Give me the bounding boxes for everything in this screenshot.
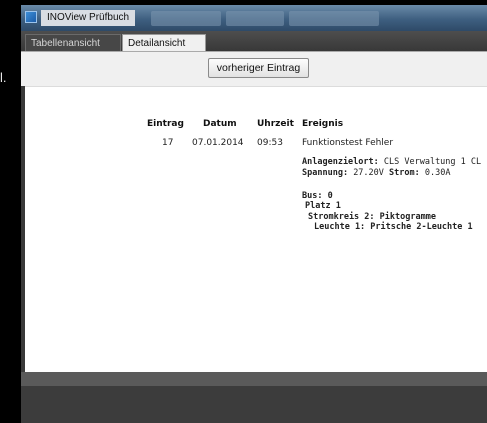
detail-anlagenzielort: Anlagenzielort: CLS Verwaltung 1 CL [302, 157, 481, 167]
detail-spannung-strom: Spannung: 27.20V Strom: 0.30A [302, 168, 450, 178]
title-bar: INOView Prüfbuch [21, 5, 487, 31]
cell-datum: 07.01.2014 [192, 138, 244, 148]
tab-bar: Tabellenansicht Detailansicht [21, 31, 487, 52]
toolbar: vorheriger Eintrag [21, 52, 487, 86]
spannung-label: Spannung: [302, 168, 349, 178]
column-header-eintrag: Eintrag [147, 119, 184, 129]
anlagenzielort-value: CLS Verwaltung 1 CL [383, 157, 482, 167]
strom-label: Strom: [389, 168, 420, 178]
app-icon [25, 11, 37, 23]
blurred-taskbar-item [226, 11, 284, 26]
column-header-ereignis: Ereignis [302, 119, 344, 129]
detail-leuchte: Leuchte 1: Pritsche 2-Leuchte 1 [314, 222, 473, 232]
detail-stromkreis: Stromkreis 2: Piktogramme [308, 212, 436, 222]
detail-panel: Eintrag Datum Uhrzeit Ereignis 17 07.01.… [25, 86, 487, 373]
background-text-fragment: l. [0, 70, 7, 85]
detail-platz: Platz 1 [305, 201, 341, 211]
column-header-uhrzeit: Uhrzeit [257, 119, 294, 129]
column-header-datum: Datum [203, 119, 237, 129]
spannung-value: 27.20V [353, 168, 384, 178]
window-title: INOView Prüfbuch [41, 10, 136, 26]
app-window: INOView Prüfbuch Tabellenansicht Detaila… [21, 5, 487, 423]
cell-eintrag: 17 [162, 138, 174, 148]
blurred-taskbar-item [289, 11, 379, 26]
tab-detailansicht[interactable]: Detailansicht [122, 34, 206, 51]
previous-entry-button[interactable]: vorheriger Eintrag [208, 58, 309, 78]
tab-tabellenansicht[interactable]: Tabellenansicht [25, 34, 121, 51]
detail-bus: Bus: 0 [302, 191, 333, 201]
anlagenzielort-label: Anlagenzielort: [302, 157, 379, 167]
strom-value: 0.30A [424, 168, 451, 178]
status-bar [21, 372, 487, 386]
bottom-panel [21, 386, 487, 423]
cell-ereignis: Funktionstest Fehler [302, 138, 394, 148]
cell-uhrzeit: 09:53 [257, 138, 283, 148]
blurred-taskbar-item [151, 11, 221, 26]
